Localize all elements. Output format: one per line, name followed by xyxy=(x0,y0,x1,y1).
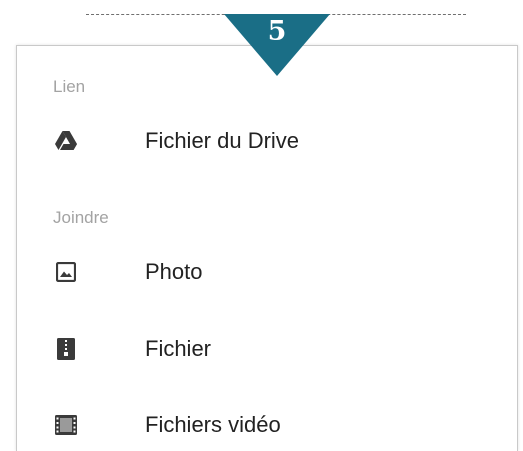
menu-item-label: Fichier xyxy=(145,336,212,361)
photo-icon xyxy=(55,261,77,283)
menu-item-video-files[interactable]: Fichiers vidéo xyxy=(17,395,517,451)
menu-item-label: Photo xyxy=(145,259,203,284)
video-file-icon xyxy=(55,414,77,436)
section-header-lien: Lien xyxy=(53,77,86,96)
menu-item-label: Fichiers vidéo xyxy=(145,412,281,437)
google-drive-icon xyxy=(55,130,77,152)
screenshot-stage: 5 Lien Fichier du Drive Joindre Photo Fi… xyxy=(0,0,523,451)
menu-item-file[interactable]: Fichier xyxy=(17,319,517,379)
zip-file-icon xyxy=(55,338,77,360)
menu-item-label: Fichier du Drive xyxy=(145,128,300,153)
step-number: 5 xyxy=(267,16,287,47)
section-header-joindre: Joindre xyxy=(53,208,109,227)
menu-item-drive-file[interactable]: Fichier du Drive xyxy=(17,111,517,171)
menu-item-photo[interactable]: Photo xyxy=(17,242,517,302)
